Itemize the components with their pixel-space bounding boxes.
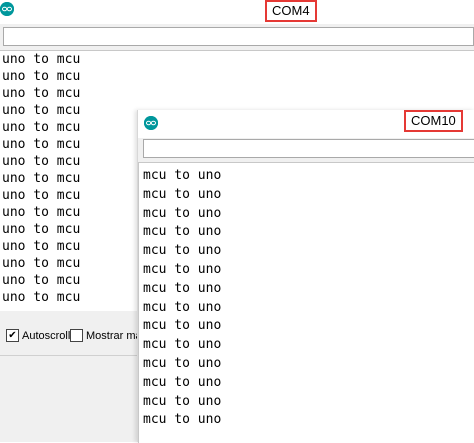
output-line: uno to mcu xyxy=(2,86,81,101)
output-line: mcu to uno xyxy=(143,299,222,315)
output-line: mcu to uno xyxy=(143,205,222,221)
output-line: mcu to uno xyxy=(143,318,222,334)
autoscroll-label: Autoscroll xyxy=(22,329,71,342)
output-line: uno to mcu xyxy=(2,69,81,84)
output-line: mcu to uno xyxy=(143,243,222,259)
output-line: mcu to uno xyxy=(143,168,222,183)
send-input[interactable] xyxy=(143,139,474,158)
title-bar: COM4 xyxy=(0,0,474,24)
arduino-icon xyxy=(0,2,14,16)
output-line: mcu to uno xyxy=(143,355,222,371)
send-input[interactable] xyxy=(3,27,474,46)
output-line: mcu to uno xyxy=(143,224,222,240)
checkbox-box: ✔ xyxy=(6,329,19,342)
autoscroll-checkbox[interactable]: ✔ Autoscroll xyxy=(6,329,70,342)
arduino-icon xyxy=(144,116,158,130)
output-line: mcu to uno xyxy=(143,280,222,296)
show-timestamp-checkbox[interactable]: Mostrar mar xyxy=(70,329,145,342)
checkbox-box xyxy=(70,329,83,342)
output-line: mcu to uno xyxy=(143,337,222,353)
serial-monitor-com10: COM10 mcu to uno mcu to uno mcu to uno mcu … xyxy=(137,110,474,443)
window-title: COM10 xyxy=(404,110,463,132)
serial-output[interactable]: mcu to uno mcu to uno mcu to uno mcu to uno… xyxy=(138,162,474,443)
output-line: mcu to uno xyxy=(143,261,222,277)
output-line: mcu to uno xyxy=(143,186,222,202)
title-bar: COM10 xyxy=(138,110,474,138)
output-line: mcu to uno xyxy=(143,374,222,390)
output-line: mcu to uno xyxy=(143,412,222,428)
window-title: COM4 xyxy=(265,0,317,22)
output-line: uno to mcu xyxy=(2,52,81,67)
output-line: mcu to uno xyxy=(143,393,222,409)
output-lines: mcu to uno mcu to uno mcu to uno mcu to uno… xyxy=(139,163,474,430)
checkmark-icon: ✔ xyxy=(8,329,17,341)
